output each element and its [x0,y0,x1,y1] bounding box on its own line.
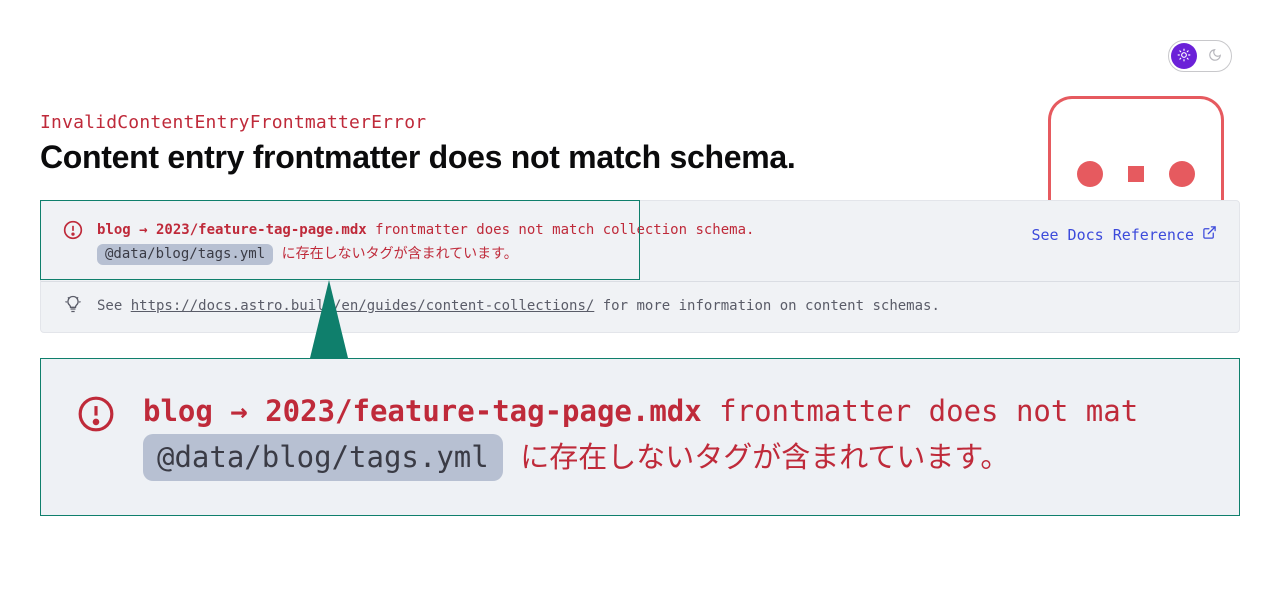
astro-mascot-illustration [1048,96,1224,208]
mascot-eye-right [1169,161,1195,187]
annotation-arrow [310,280,348,358]
error-detail-tail: に存在しないタグが含まれています。 [273,246,518,262]
mascot-eye-left [1077,161,1103,187]
error-panel-main: blog → 2023/feature-tag-page.mdx frontma… [41,201,1239,282]
exclamation-circle-icon [63,220,83,245]
error-message-tail: frontmatter does not match collection sc… [367,222,755,238]
lightbulb-icon [63,294,83,318]
moon-icon [1201,48,1229,65]
hint-url-link[interactable]: https://docs.astro.build/en/guides/conte… [131,298,595,314]
sun-icon [1177,48,1191,65]
theme-toggle-light[interactable] [1171,43,1197,69]
zoom-detail-tail: に存在しないタグが含まれています。 [503,440,1010,474]
theme-toggle[interactable] [1168,40,1232,72]
zoom-error-row: blog → 2023/feature-tag-page.mdx frontma… [41,359,1239,481]
error-row: blog → 2023/feature-tag-page.mdx frontma… [63,219,754,267]
zoom-file-chip: @data/blog/tags.yml [143,434,503,481]
exclamation-circle-icon [77,395,115,438]
hint-text: See https://docs.astro.build/en/guides/c… [97,298,940,314]
external-link-icon [1202,225,1217,244]
zoom-message-tail: frontmatter does not mat [702,394,1139,428]
error-message: blog → 2023/feature-tag-page.mdx frontma… [97,219,754,267]
error-header: InvalidContentEntryFrontmatterError Cont… [40,112,796,176]
error-file-chip: @data/blog/tags.yml [97,244,273,266]
error-name: InvalidContentEntryFrontmatterError [40,112,796,133]
error-entry-path: blog → 2023/feature-tag-page.mdx [97,222,367,238]
hint-row: See https://docs.astro.build/en/guides/c… [41,282,1239,332]
error-panel: blog → 2023/feature-tag-page.mdx frontma… [40,200,1240,333]
zoom-error-message: blog → 2023/feature-tag-page.mdx frontma… [143,389,1138,481]
hint-suffix: for more information on content schemas. [594,298,940,314]
error-title: Content entry frontmatter does not match… [40,139,796,176]
zoom-entry-path: blog → 2023/feature-tag-page.mdx [143,394,702,428]
hint-prefix: See [97,298,131,314]
mascot-nose [1128,166,1144,182]
docs-reference-link[interactable]: See Docs Reference [1031,225,1217,244]
docs-reference-label: See Docs Reference [1031,226,1194,244]
annotation-zoom-panel: blog → 2023/feature-tag-page.mdx frontma… [40,358,1240,516]
